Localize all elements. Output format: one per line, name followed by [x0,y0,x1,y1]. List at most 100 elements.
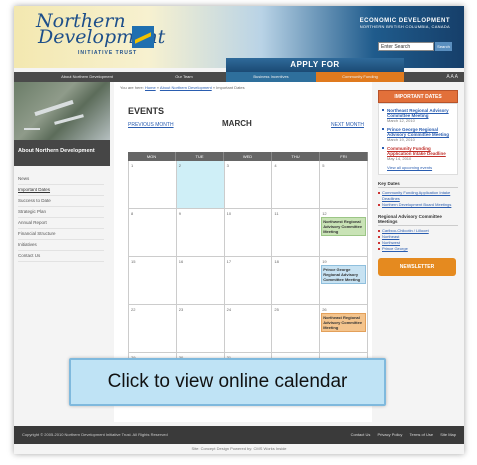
page-title: EVENTS [128,106,165,116]
key-dates-box: Key Dates Community Funding Application … [378,181,458,208]
breadcrumb-current: Important Dates [216,85,245,90]
calendar-day[interactable]: 10 [224,209,273,257]
important-date-item[interactable]: Prince George Regional Advisory Committe… [382,127,453,142]
day-number: 22 [131,307,136,312]
calendar-week: 8 9 10 11 12 Northwest Regional Advisory… [128,209,368,257]
sidebar-title: About Northern Development [14,140,110,166]
next-month-link[interactable]: NEXT MONTH [331,122,364,128]
calendar-day[interactable]: 24 [224,305,273,353]
calendar-day[interactable]: 4 [272,161,321,209]
day-number: 25 [274,307,279,312]
current-month: MARCH [222,119,252,128]
calendar-day[interactable]: 19 Prince George Regional Advisory Commi… [320,257,368,305]
footer-link-sitemap[interactable]: Site Map [440,432,456,437]
calendar-day[interactable]: 1 [128,161,177,209]
day-number: 10 [226,211,232,216]
calendar-day[interactable]: 3 [224,161,273,209]
day-number: 8 [131,211,134,216]
key-dates-title: Key Dates [378,181,458,188]
important-date-date: May 14, 2010 [387,156,412,161]
calendar-day[interactable]: 17 [224,257,273,305]
important-date-item[interactable]: Northeast Regional Advisory Committee Me… [382,108,453,123]
calendar-day[interactable]: 8 [128,209,177,257]
breadcrumb: You are here: Home » About Northern Deve… [120,85,245,90]
main-nav: About Northern Development Our Team Busi… [14,72,464,82]
important-dates-box: Northeast Regional Advisory Committee Me… [378,103,458,175]
sidebar-item-initiatives[interactable]: Initiatives [18,240,104,251]
calendar-day[interactable]: 26 Northeast Regional Advisory Committee… [320,305,368,353]
weekday-thu: THU [272,152,320,161]
calendar-week: 15 16 17 18 19 Prince George Regional Ad… [128,257,368,305]
day-number: 19 [322,259,327,264]
weekday-tue: TUE [176,152,224,161]
day-number: 24 [226,307,232,312]
calendar-day[interactable]: 5 [320,161,368,209]
calendar-day[interactable]: 16 [176,257,225,305]
day-number: 5 [322,163,325,168]
footer-link-terms[interactable]: Terms of Use [410,432,434,437]
important-date-item[interactable]: Community Funding Application Intake Dea… [382,146,453,161]
day-number: 11 [274,211,279,216]
calendar-day[interactable]: 22 [128,305,177,353]
calendar-day[interactable]: 25 [272,305,321,353]
day-number: 18 [274,259,279,264]
rac-link[interactable]: Prince George [378,246,458,252]
important-date-name: Northeast Regional Advisory Committee Me… [387,108,449,118]
sidebar-item-news[interactable]: News [18,174,104,185]
eco-subtitle: NORTHERN BRITISH COLUMBIA, CANADA [359,24,450,29]
important-date-date: March 19, 2010 [387,137,415,142]
day-number: 16 [178,259,184,264]
nav-business-incentives[interactable]: Business Incentives [226,72,316,82]
important-dates-title: IMPORTANT DATES [378,90,458,103]
calendar-header: MON TUE WED THU FRI [128,152,368,161]
calendar-day-today[interactable]: 2 [176,161,225,209]
newsletter-button[interactable]: NEWSLETTER [378,258,456,276]
logo-mark-icon [132,26,154,48]
footer-link-contact[interactable]: Contact Us [351,432,371,437]
day-number: 26 [322,307,327,312]
view-all-events-link[interactable]: View all upcoming events [387,165,453,170]
sidebar-item-annual-report[interactable]: Annual Report [18,218,104,229]
calendar-week: 22 23 24 25 26 Northeast Regional Adviso… [128,305,368,353]
sidebar-item-strategic-plan[interactable]: Strategic Plan [18,207,104,218]
view-online-calendar-button[interactable]: Click to view online calendar [69,358,386,406]
nav-about[interactable]: About Northern Development [42,72,132,82]
previous-month-link[interactable]: PREVIOUS MONTH [128,122,174,128]
calendar-day[interactable]: 11 [272,209,321,257]
calendar-day[interactable]: 23 [176,305,225,353]
rac-meetings-box: Regional Advisory Committee Meetings Car… [378,214,458,252]
logo-tagline: INITIATIVE TRUST [78,50,138,56]
sidebar-item-important-dates[interactable]: Important Dates [18,185,104,196]
calendar-event[interactable]: Northwest Regional Advisory Committee Me… [321,217,366,236]
calendar-day[interactable]: 18 [272,257,321,305]
breadcrumb-about[interactable]: About Northern Development [160,85,212,90]
weekday-fri: FRI [320,152,368,161]
calendar-week: 1 2 3 4 5 [128,161,368,209]
day-number: 23 [178,307,184,312]
sidebar-nav: News Important Dates Success to Date Str… [18,174,104,262]
site-logo[interactable]: Northern Development INITIATIVE TRUST [36,12,165,58]
weekday-wed: WED [224,152,272,161]
sidebar-item-contact-us[interactable]: Contact Us [18,251,104,262]
calendar-event[interactable]: Northeast Regional Advisory Committee Me… [321,313,366,332]
search-input[interactable]: Enter Search [378,42,434,51]
footer-link-privacy[interactable]: Privacy Policy [377,432,402,437]
nav-team[interactable]: Our Team [144,72,224,82]
site-credit: Site: Concept Design Powered by: CMS Wor… [191,446,287,451]
search-button[interactable]: Search [435,42,452,51]
calendar-event[interactable]: Prince George Regional Advisory Committe… [321,265,366,284]
key-dates-link[interactable]: Northern Development Board Meetings [378,202,458,208]
apply-for-banner: APPLY FOR [226,58,404,72]
key-dates-link[interactable]: Community Funding Application Intake Dea… [378,190,458,202]
calendar-grid: MON TUE WED THU FRI 1 2 3 4 5 8 9 10 11 … [128,152,368,373]
sidebar-item-success-to-date[interactable]: Success to Date [18,196,104,207]
calendar-day[interactable]: 9 [176,209,225,257]
footer-links: Contact Us Privacy Policy Terms of Use S… [345,432,456,437]
text-size-tools[interactable]: A A A [446,72,458,82]
breadcrumb-home[interactable]: Home [145,85,156,90]
nav-community-funding[interactable]: Community Funding [316,72,404,82]
calendar-day[interactable]: 12 Northwest Regional Advisory Committee… [320,209,368,257]
sidebar-item-financial-structure[interactable]: Financial Structure [18,229,104,240]
site-footer: Copyright © 2005-2010 Northern Developme… [14,426,464,444]
calendar-day[interactable]: 15 [128,257,177,305]
